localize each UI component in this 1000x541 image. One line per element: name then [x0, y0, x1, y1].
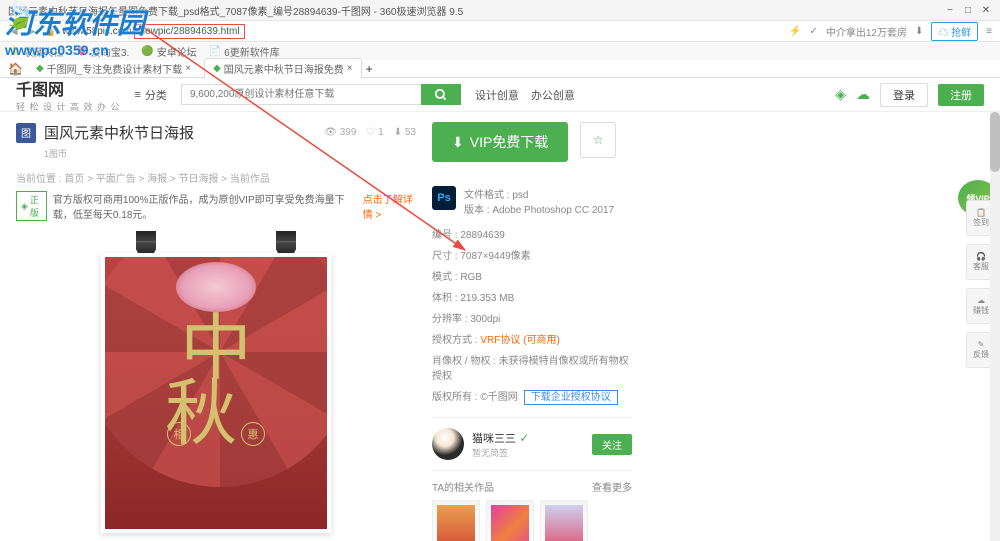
main-content: 图 国风元素中秋节日海报 👁 399 ♡ 1 ⬇ 53 1图币 当前位置 : 首… — [0, 112, 1000, 541]
authorization-row: ◈ 正版 官方版权可商用100%正版作品，成为原创VIP即可享受免费海量下载，低… — [16, 191, 416, 221]
home-tab-icon[interactable]: 🏠 — [8, 62, 23, 76]
lock-icon: 🔒 — [44, 26, 56, 37]
avatar[interactable] — [432, 428, 464, 460]
nav-back-icon[interactable]: ◄ — [8, 24, 20, 38]
bookmark-item[interactable]: 💗 爱淘宝3. — [75, 44, 129, 59]
corp-license-link[interactable]: 下载企业授权协议 — [524, 390, 618, 405]
download-count: ⬇ 53 — [394, 127, 416, 138]
view-count: 👁 399 — [324, 127, 356, 138]
thumb-item[interactable] — [486, 500, 534, 541]
site-slogan: 轻 松 设 计 高 效 办 公 — [16, 100, 121, 113]
site-logo[interactable]: 千图网 — [16, 76, 121, 100]
right-column: ⬇ VIP免费下载 ☆ Ps 文件格式 : psd 版本 : Adobe Pho… — [432, 122, 632, 531]
search-icon — [434, 88, 448, 102]
register-button[interactable]: 注册 — [938, 84, 984, 106]
refresh-icon[interactable]: ⚡ — [789, 26, 801, 37]
address-bar: ◄ ► 🔒 www.58pic.com/newpic/28894639.html… — [0, 20, 1000, 42]
download-icon[interactable]: ⬇ — [915, 26, 923, 37]
header-link[interactable]: 办公创意 — [531, 87, 575, 103]
minimize-button[interactable]: − — [944, 4, 956, 16]
author-row: 猫咪三三 ✓ 暂无简签 关注 — [432, 417, 632, 460]
meta-size: 尺寸 : 7087×9449像素 — [432, 247, 632, 262]
scrollbar[interactable] — [990, 112, 1000, 541]
poster-preview[interactable]: 中 秋 相 惠 — [101, 253, 331, 533]
thumb-item[interactable] — [540, 500, 588, 541]
url-input[interactable]: www.58pic.com/newpic/28894639.html — [62, 24, 783, 39]
breadcrumb[interactable]: 当前位置 : 首页 > 平面广告 > 海报 > 节日海报 > 当前作品 — [16, 170, 416, 185]
browser-titlebar: 国风元素中秋节日海报矢量图免费下载_psd格式_7087像素_编号2889463… — [0, 0, 1000, 20]
diamond-icon[interactable]: ◈ — [835, 86, 846, 103]
search-box — [181, 84, 461, 105]
tab-strip: 🏠 ◆ 千图网_专注免费设计素材下载 × ◆ 国风元素中秋节日海报免费 × + — [0, 60, 1000, 78]
bookmark-item[interactable]: ⭐ 收藏夹栏 — [8, 44, 63, 59]
author-name[interactable]: 猫咪三三 — [472, 433, 516, 445]
meta-rights: 版权所有 : ©千图网下载企业授权协议 — [432, 388, 632, 403]
window-controls: − □ ✕ — [944, 4, 992, 16]
meta-dpi: 分辨率 : 300dpi — [432, 310, 632, 325]
nav-forward-icon[interactable]: ► — [26, 24, 38, 38]
close-button[interactable]: ✕ — [980, 4, 992, 16]
site-header: 千图网 轻 松 设 计 高 效 办 公 ≡ 分类 设计创意 办公创意 ◈ ☁ 登… — [0, 78, 1000, 112]
left-column: 图 国风元素中秋节日海报 👁 399 ♡ 1 ⬇ 53 1图币 当前位置 : 首… — [16, 122, 416, 531]
more-link[interactable]: 查看更多 — [592, 479, 632, 494]
category-button[interactable]: ≡ 分类 — [135, 87, 167, 103]
bookmark-item[interactable]: 📄 6更新软件库 — [209, 44, 280, 59]
download-button[interactable]: ⬇ VIP免费下载 — [432, 122, 568, 162]
meta-mode: 模式 : RGB — [432, 268, 632, 283]
authz-badge: ◈ 正版 — [16, 191, 47, 221]
menu-icon[interactable]: ≡ — [986, 26, 992, 37]
addr-promo[interactable]: 中介拿出12万套房 — [826, 24, 907, 39]
file-version: 版本 : Adobe Photoshop CC 2017 — [464, 201, 614, 216]
search-input[interactable] — [181, 84, 421, 105]
favorite-button[interactable]: ☆ — [580, 122, 616, 158]
maximize-button[interactable]: □ — [962, 4, 974, 16]
browser-tab-title: 国风元素中秋节日海报矢量图免费下载_psd格式_7087像素_编号2889463… — [8, 3, 944, 18]
verified-icon: ✓ — [519, 431, 529, 445]
url-highlighted: newpic/28894639.html — [134, 24, 244, 39]
author-subtitle: 暂无简签 — [472, 446, 529, 459]
photoshop-icon: Ps — [432, 186, 456, 210]
follow-button[interactable]: 关注 — [592, 434, 632, 455]
login-button[interactable]: 登录 — [880, 83, 928, 107]
preview-container: 中 秋 相 惠 — [16, 231, 416, 541]
meta-filesize: 体积 : 219.353 MB — [432, 289, 632, 304]
related-thumbs — [432, 500, 632, 541]
search-button[interactable] — [421, 84, 461, 105]
meta-id: 编号 : 28894639 — [432, 226, 632, 241]
related-header: TA的相关作品 — [432, 479, 494, 494]
thumb-item[interactable] — [432, 500, 480, 541]
authz-link[interactable]: 点击了解详情 > — [363, 191, 416, 221]
page-title: 国风元素中秋节日海报 — [44, 122, 194, 143]
new-tab-button[interactable]: + — [366, 62, 373, 76]
doc-icon: 图 — [16, 123, 36, 143]
cloud-button[interactable]: ☁ 抢鲜 — [931, 22, 978, 41]
bookmark-item[interactable]: 🟢 安卓论坛 — [141, 44, 196, 59]
price-text: 1图币 — [44, 147, 416, 160]
like-count: ♡ 1 — [366, 127, 383, 138]
meta-copyright: 肖像权 / 物权 : 未获得模特肖像权或所有物权授权 — [432, 352, 632, 382]
header-link[interactable]: 设计创意 — [475, 87, 519, 103]
meta-license: 授权方式 : VRF协议 (可商用) — [432, 331, 632, 346]
file-format: 文件格式 : psd — [464, 186, 614, 201]
scrollbar-thumb[interactable] — [990, 112, 1000, 172]
tab-item-active[interactable]: ◆ 国风元素中秋节日海报免费 × — [204, 58, 362, 79]
cloud-download-icon[interactable]: ☁ — [856, 86, 870, 103]
